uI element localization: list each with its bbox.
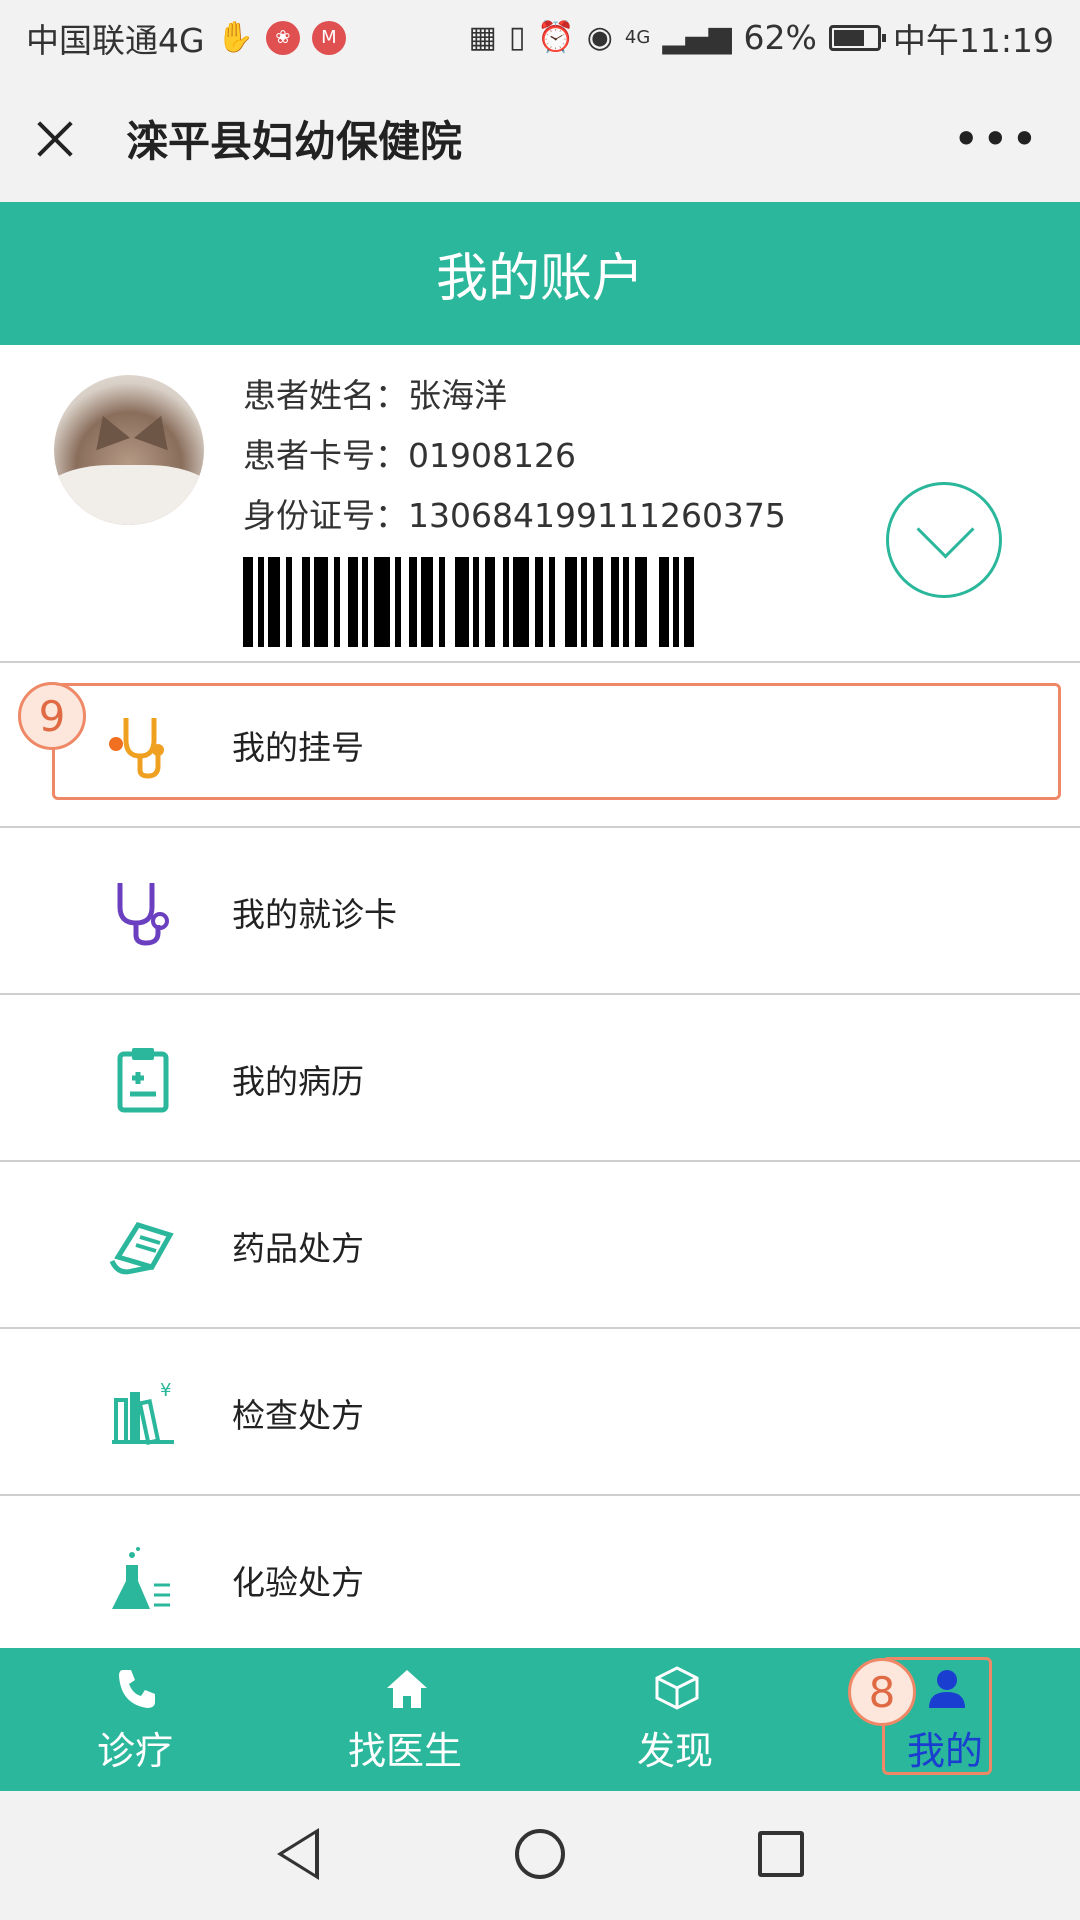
clock: 中午11:19 [892, 20, 1054, 60]
nav-item-find-doctor[interactable]: 找医生 [270, 1648, 540, 1791]
status-right: ▦ ▯ ⏰ ◉ 4G ▂▄▆ 62% 中午11:19 [468, 14, 1054, 62]
app-notification-icon: ❀ [265, 20, 300, 55]
menu-item-lab-prescription[interactable]: 化验处方 [0, 1498, 1080, 1663]
battery-icon [828, 24, 886, 51]
barcode [243, 557, 719, 647]
nav-label: 发现 [636, 1729, 713, 1773]
network-type-label: 4G [624, 27, 651, 48]
patient-id-label: 身份证号： [243, 496, 408, 535]
patient-card-label: 患者卡号： [243, 436, 408, 475]
status-bar: 中国联通4G ✋ ❀ M ▦ ▯ ⏰ ◉ 4G ▂▄▆ 62% 中午11:19 [0, 0, 1080, 75]
highlight-frame [52, 683, 1061, 800]
patient-id-value: 130684199111260375 [408, 496, 786, 535]
patient-id-row: 身份证号：130684199111260375 [243, 489, 786, 537]
clipboard-icon [117, 1047, 169, 1112]
nav-label: 诊疗 [96, 1729, 173, 1773]
home-icon [387, 1670, 427, 1708]
menu-item-medical-records[interactable]: 我的病历 [0, 997, 1080, 1162]
recent-apps-icon[interactable] [758, 1831, 804, 1877]
menu-item-label: 检查处方 [232, 1395, 364, 1435]
battery-percent: 62% [743, 18, 817, 57]
patient-name-label: 患者姓名： [243, 376, 408, 415]
patient-name-value: 张海洋 [408, 376, 507, 415]
nav-item-discover[interactable]: 发现 [540, 1648, 810, 1791]
signal-icon: ▂▄▆ [662, 20, 732, 55]
menu-item-label: 我的就诊卡 [232, 894, 397, 934]
phone-icon [119, 1670, 155, 1708]
patient-card-value: 01908126 [408, 436, 576, 475]
svg-text:¥: ¥ [160, 1380, 171, 1401]
nfc-icon: ▦ [468, 20, 497, 55]
menu-item-label: 药品处方 [232, 1228, 364, 1268]
close-icon[interactable] [30, 114, 80, 164]
alarm-icon: ⏰ [537, 20, 575, 55]
bank-notification-icon: M [311, 20, 346, 55]
account-header-title: 我的账户 [435, 249, 644, 309]
hand-icon: ✋ [216, 20, 254, 55]
books-yen-icon: ¥ [112, 1380, 174, 1445]
back-triangle-icon[interactable] [277, 1828, 319, 1880]
system-nav-bar [0, 1791, 1080, 1920]
status-left: 中国联通4G ✋ ❀ M [26, 14, 346, 62]
title-bar: 滦平县妇幼保健院 ••• [0, 75, 1080, 202]
page-title: 滦平县妇幼保健院 [126, 117, 463, 166]
vibrate-icon: ▯ [508, 20, 526, 55]
nav-label: 找医生 [347, 1729, 462, 1773]
menu-item-exam-prescription[interactable]: ¥ 检查处方 [0, 1331, 1080, 1496]
flask-icon [112, 1546, 170, 1609]
expand-chevron-button[interactable] [886, 482, 1002, 598]
carrier-label: 中国联通4G [26, 20, 205, 60]
patient-profile: 患者姓名：张海洋 患者卡号：01908126 身份证号：130684199111… [0, 345, 1080, 663]
menu-item-drug-prescription[interactable]: 药品处方 [0, 1164, 1080, 1329]
stethoscope-purple-icon [117, 882, 169, 946]
menu-item-label: 化验处方 [232, 1562, 364, 1602]
menu-item-label: 我的病历 [232, 1061, 364, 1101]
account-header: 我的账户 [0, 202, 1080, 345]
patient-name-row: 患者姓名：张海洋 [243, 369, 507, 417]
prescription-scroll-icon [109, 1221, 174, 1274]
eye-icon: ◉ [586, 20, 613, 55]
more-options-icon[interactable]: ••• [953, 112, 1040, 166]
cube-icon [655, 1666, 699, 1710]
nav-item-treatment[interactable]: 诊疗 [0, 1648, 270, 1791]
patient-card-row: 患者卡号：01908126 [243, 429, 576, 477]
step-badge-9: 9 [18, 682, 86, 750]
home-circle-icon[interactable] [515, 1829, 565, 1879]
avatar [54, 375, 204, 525]
menu-item-visit-card[interactable]: 我的就诊卡 [0, 830, 1080, 995]
step-badge-8: 8 [848, 1658, 916, 1726]
